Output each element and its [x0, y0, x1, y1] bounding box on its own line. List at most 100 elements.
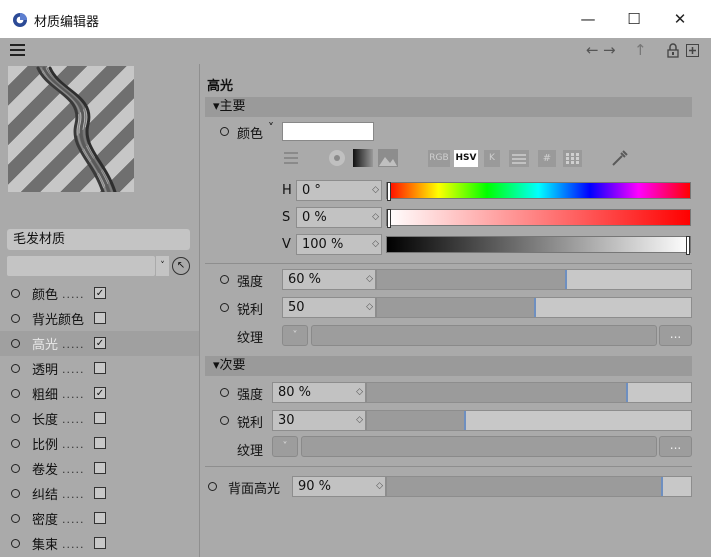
channel-checkbox[interactable] [94, 437, 106, 449]
main-group-header[interactable]: ▾主要 [205, 97, 692, 117]
filter-dropdown-icon[interactable]: ˅ [156, 256, 169, 276]
sharpness-radio[interactable] [220, 303, 229, 312]
spin-arrows-icon[interactable]: ◇ [372, 208, 379, 227]
texture2-more-button[interactable]: ... [659, 436, 692, 457]
hue-gradient-slider[interactable] [386, 182, 691, 201]
spin-arrows-icon[interactable]: ◇ [366, 270, 373, 289]
hex-mode-button[interactable]: # [538, 150, 556, 167]
up-arrow-icon[interactable]: ↑ [634, 41, 647, 59]
channel-radio[interactable] [11, 289, 20, 298]
back-specular-input[interactable]: 90 % ◇ [292, 476, 386, 497]
channel-checkbox[interactable] [94, 412, 106, 424]
image-picker-icon[interactable] [378, 149, 398, 167]
texture-dropdown[interactable]: ˅ [282, 325, 308, 346]
minimize-button[interactable]: — [565, 6, 611, 32]
close-button[interactable]: ✕ [657, 6, 703, 32]
channel-radio[interactable] [11, 339, 20, 348]
texture2-dropdown[interactable]: ˅ [272, 436, 298, 457]
channel-checkbox[interactable]: ✓ [94, 287, 106, 299]
hue-input[interactable]: 0 ° ◇ [296, 180, 382, 201]
channel-scale[interactable]: 比例 ..... [0, 431, 199, 456]
saturation-label: S [282, 210, 291, 225]
swatch-grid-icon[interactable] [563, 150, 582, 167]
spin-arrows-icon[interactable]: ◇ [372, 235, 379, 254]
channel-checkbox[interactable] [94, 487, 106, 499]
value-label: V [282, 237, 291, 252]
strength-input[interactable]: 60 % ◇ [282, 269, 376, 290]
channel-radio[interactable] [11, 514, 20, 523]
rgb-mode-button[interactable]: RGB [428, 150, 450, 167]
texture-more-button[interactable]: ... [659, 325, 692, 346]
spectrum-icon[interactable] [353, 149, 373, 167]
back-arrow-icon[interactable]: ← [586, 41, 599, 59]
channel-curl[interactable]: 卷发 ..... [0, 456, 199, 481]
spin-arrows-icon[interactable]: ◇ [356, 383, 363, 402]
strength-slider[interactable] [376, 269, 692, 290]
channel-clump[interactable]: 集束 ..... [0, 531, 199, 556]
channel-transparency[interactable]: 透明 ..... [0, 356, 199, 381]
new-panel-icon[interactable] [686, 44, 699, 57]
channel-checkbox[interactable] [94, 362, 106, 374]
channel-radio[interactable] [11, 314, 20, 323]
spin-arrows-icon[interactable]: ◇ [366, 298, 373, 317]
secondary-group-header[interactable]: ▾次要 [205, 356, 692, 376]
channel-specular[interactable]: 高光 ..... ✓ [0, 331, 199, 356]
channel-checkbox[interactable]: ✓ [94, 337, 106, 349]
strength2-input[interactable]: 80 % ◇ [272, 382, 366, 403]
channel-checkbox[interactable] [94, 312, 106, 324]
channel-radio[interactable] [11, 489, 20, 498]
channel-thickness[interactable]: 粗细 ..... ✓ [0, 381, 199, 406]
color-chevron-icon[interactable]: ˅ [268, 121, 274, 135]
value-gradient-slider[interactable] [386, 236, 691, 255]
sharpness2-slider[interactable] [366, 410, 692, 431]
channel-checkbox[interactable] [94, 537, 106, 549]
spin-arrows-icon[interactable]: ◇ [356, 411, 363, 430]
channel-filter-input[interactable] [7, 256, 155, 276]
mixer-icon[interactable] [509, 150, 529, 167]
forward-arrow-icon[interactable]: → [603, 41, 616, 59]
color-swatch[interactable] [282, 122, 374, 141]
channel-backlight-color[interactable]: 背光颜色 [0, 306, 199, 331]
color-wheel-flat-icon[interactable] [282, 149, 300, 167]
strength2-radio[interactable] [220, 388, 229, 397]
strength2-slider[interactable] [366, 382, 692, 403]
hamburger-icon[interactable] [10, 44, 25, 56]
channel-checkbox[interactable] [94, 512, 106, 524]
color-radio[interactable] [220, 127, 229, 136]
channel-radio[interactable] [11, 539, 20, 548]
sharpness2-radio[interactable] [220, 416, 229, 425]
strength-radio[interactable] [220, 275, 229, 284]
saturation-input[interactable]: 0 % ◇ [296, 207, 382, 228]
pick-icon[interactable]: ↖ [172, 257, 190, 275]
channel-color[interactable]: 颜色 ..... ✓ [0, 281, 199, 306]
back-specular-radio[interactable] [208, 482, 217, 491]
kelvin-mode-button[interactable]: K [484, 150, 500, 167]
sharpness2-input[interactable]: 30 ◇ [272, 410, 366, 431]
sharpness-input[interactable]: 50 ◇ [282, 297, 376, 318]
channel-radio[interactable] [11, 439, 20, 448]
channel-kink[interactable]: 纠结 ..... [0, 481, 199, 506]
saturation-gradient-slider[interactable] [386, 209, 691, 228]
slider-fill [377, 270, 568, 289]
texture-field[interactable] [311, 325, 657, 346]
channel-radio[interactable] [11, 464, 20, 473]
channel-density[interactable]: 密度 ..... [0, 506, 199, 531]
channel-checkbox[interactable] [94, 462, 106, 474]
channel-radio[interactable] [11, 364, 20, 373]
texture2-field[interactable] [301, 436, 657, 457]
channel-radio[interactable] [11, 389, 20, 398]
channel-length[interactable]: 长度 ..... [0, 406, 199, 431]
channel-radio[interactable] [11, 414, 20, 423]
color-wheel-icon[interactable] [328, 149, 346, 167]
eyedropper-icon[interactable] [610, 148, 630, 168]
channel-checkbox[interactable]: ✓ [94, 387, 106, 399]
value-input[interactable]: 100 % ◇ [296, 234, 382, 255]
back-specular-slider[interactable] [386, 476, 692, 497]
maximize-button[interactable]: ☐ [611, 6, 657, 32]
hsv-mode-button[interactable]: HSV [454, 150, 478, 167]
material-name-field[interactable]: 毛发材质 [7, 229, 190, 250]
spin-arrows-icon[interactable]: ◇ [372, 181, 379, 200]
lock-icon[interactable] [667, 43, 679, 58]
spin-arrows-icon[interactable]: ◇ [376, 477, 383, 496]
sharpness-slider[interactable] [376, 297, 692, 318]
